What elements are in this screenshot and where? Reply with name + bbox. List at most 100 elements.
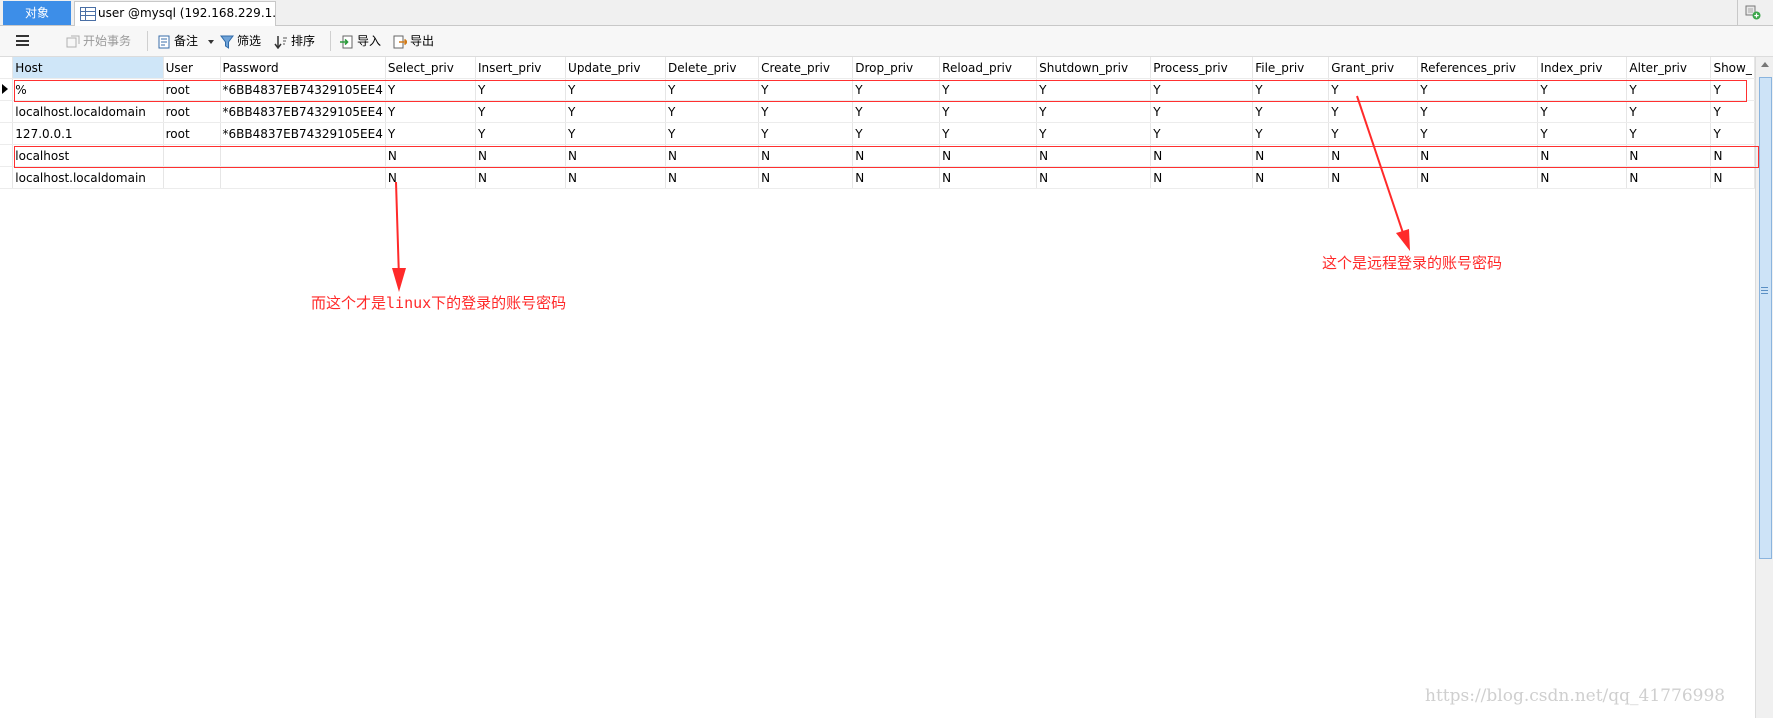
column-header[interactable]: Insert_priv: [475, 57, 567, 79]
scrollbar-thumb[interactable]: [1759, 77, 1772, 559]
table-cell[interactable]: Y: [1710, 122, 1755, 145]
table-cell[interactable]: N: [1252, 144, 1330, 167]
filter-button[interactable]: 筛选: [220, 32, 261, 50]
table-cell[interactable]: N: [385, 144, 477, 167]
vertical-scrollbar[interactable]: [1755, 57, 1773, 718]
table-cell[interactable]: N: [1328, 144, 1419, 167]
column-header[interactable]: Alter_priv: [1626, 57, 1712, 79]
table-cell[interactable]: N: [939, 144, 1038, 167]
table-cell[interactable]: N: [1150, 144, 1254, 167]
table-cell[interactable]: localhost.localdomain: [12, 166, 164, 189]
table-cell[interactable]: N: [565, 144, 667, 167]
row-indicator[interactable]: [0, 78, 14, 101]
table-cell[interactable]: N: [385, 166, 477, 189]
table-cell[interactable]: Y: [939, 78, 1038, 101]
table-cell[interactable]: Y: [1150, 78, 1254, 101]
column-header[interactable]: Select_priv: [385, 57, 477, 79]
row-indicator[interactable]: [0, 144, 14, 167]
menu-icon[interactable]: [16, 35, 29, 46]
table-cell[interactable]: Y: [665, 78, 760, 101]
table-row[interactable]: 127.0.0.1 root *6BB4837EB74329105EE4 Y Y Y Y Y Y…: [0, 122, 1755, 145]
table-cell[interactable]: [163, 144, 221, 167]
column-header[interactable]: Create_priv: [758, 57, 854, 79]
table-cell[interactable]: Y: [758, 122, 854, 145]
table-row[interactable]: localhost.localdomain N N N N N N N N N N N N N N N: [0, 166, 1755, 189]
table-cell[interactable]: *6BB4837EB74329105EE4: [220, 100, 386, 123]
column-header[interactable]: Reload_priv: [939, 57, 1038, 79]
table-cell[interactable]: Y: [475, 78, 567, 101]
table-cell[interactable]: Y: [758, 78, 854, 101]
table-cell[interactable]: Y: [385, 78, 477, 101]
column-header[interactable]: User: [163, 57, 221, 79]
table-cell[interactable]: 127.0.0.1: [12, 122, 164, 145]
new-connection-icon[interactable]: [1745, 4, 1761, 20]
table-cell[interactable]: root: [163, 100, 221, 123]
column-header[interactable]: Password: [220, 57, 386, 79]
table-cell[interactable]: N: [1417, 144, 1539, 167]
table-cell[interactable]: N: [1626, 166, 1712, 189]
table-cell[interactable]: N: [565, 166, 667, 189]
table-cell[interactable]: Y: [1328, 100, 1419, 123]
table-cell[interactable]: Y: [475, 122, 567, 145]
sort-button[interactable]: 排序: [274, 32, 315, 50]
export-button[interactable]: 导出: [393, 32, 434, 50]
table-cell[interactable]: Y: [1036, 78, 1152, 101]
begin-transaction-button[interactable]: 开始事务: [66, 32, 131, 50]
table-cell[interactable]: Y: [1626, 78, 1712, 101]
table-cell[interactable]: Y: [1328, 78, 1419, 101]
table-cell[interactable]: Y: [939, 122, 1038, 145]
table-cell[interactable]: Y: [1150, 100, 1254, 123]
table-cell[interactable]: N: [1252, 166, 1330, 189]
table-cell[interactable]: Y: [852, 78, 941, 101]
table-cell[interactable]: Y: [1417, 122, 1539, 145]
table-cell[interactable]: Y: [1537, 100, 1628, 123]
table-cell[interactable]: Y: [665, 122, 760, 145]
table-row[interactable]: localhost N N N N N N N N N N N N N N N: [0, 144, 1755, 167]
table-cell[interactable]: N: [1417, 166, 1539, 189]
table-cell[interactable]: Y: [1710, 78, 1755, 101]
table-cell[interactable]: Y: [1252, 78, 1330, 101]
tab-objects[interactable]: 对象: [3, 1, 71, 25]
scroll-up-arrow-icon[interactable]: [1761, 62, 1769, 67]
table-cell[interactable]: Y: [1150, 122, 1254, 145]
table-cell[interactable]: N: [1328, 166, 1419, 189]
table-cell[interactable]: localhost.localdomain: [12, 100, 164, 123]
table-cell[interactable]: Y: [1626, 100, 1712, 123]
column-header[interactable]: Delete_priv: [665, 57, 760, 79]
table-cell[interactable]: localhost: [12, 144, 164, 167]
table-cell[interactable]: N: [665, 166, 760, 189]
table-row[interactable]: % root *6BB4837EB74329105EE4 Y Y Y Y Y Y Y Y Y Y Y Y Y Y…: [0, 78, 1755, 101]
table-cell[interactable]: Y: [852, 100, 941, 123]
column-header[interactable]: Drop_priv: [852, 57, 941, 79]
table-cell[interactable]: Y: [1328, 122, 1419, 145]
table-cell[interactable]: *6BB4837EB74329105EE4: [220, 122, 386, 145]
table-cell[interactable]: [163, 166, 221, 189]
row-indicator[interactable]: [0, 122, 14, 145]
table-cell[interactable]: %: [12, 78, 164, 101]
table-cell[interactable]: N: [758, 144, 854, 167]
table-cell[interactable]: Y: [758, 100, 854, 123]
table-row[interactable]: localhost.localdomain root *6BB4837EB74329…: [0, 100, 1755, 123]
table-cell[interactable]: Y: [1537, 122, 1628, 145]
column-header[interactable]: References_priv: [1417, 57, 1539, 79]
tab-user-table[interactable]: user @mysql (192.168.229.1...: [74, 1, 276, 26]
table-cell[interactable]: Y: [1036, 100, 1152, 123]
column-header[interactable]: Grant_priv: [1328, 57, 1419, 79]
table-cell[interactable]: N: [1626, 144, 1712, 167]
table-cell[interactable]: Y: [565, 78, 667, 101]
column-header[interactable]: Process_priv: [1150, 57, 1254, 79]
table-cell[interactable]: [220, 144, 386, 167]
table-cell[interactable]: N: [1036, 144, 1152, 167]
table-cell[interactable]: N: [939, 166, 1038, 189]
table-cell[interactable]: Y: [565, 122, 667, 145]
column-header[interactable]: Update_priv: [565, 57, 667, 79]
table-cell[interactable]: Y: [1252, 122, 1330, 145]
column-header[interactable]: File_priv: [1252, 57, 1330, 79]
table-cell[interactable]: Y: [1036, 122, 1152, 145]
table-cell[interactable]: N: [1710, 166, 1755, 189]
table-cell[interactable]: N: [475, 166, 567, 189]
table-cell[interactable]: N: [852, 144, 941, 167]
table-cell[interactable]: N: [758, 166, 854, 189]
table-cell[interactable]: N: [1537, 166, 1628, 189]
table-cell[interactable]: Y: [1417, 78, 1539, 101]
